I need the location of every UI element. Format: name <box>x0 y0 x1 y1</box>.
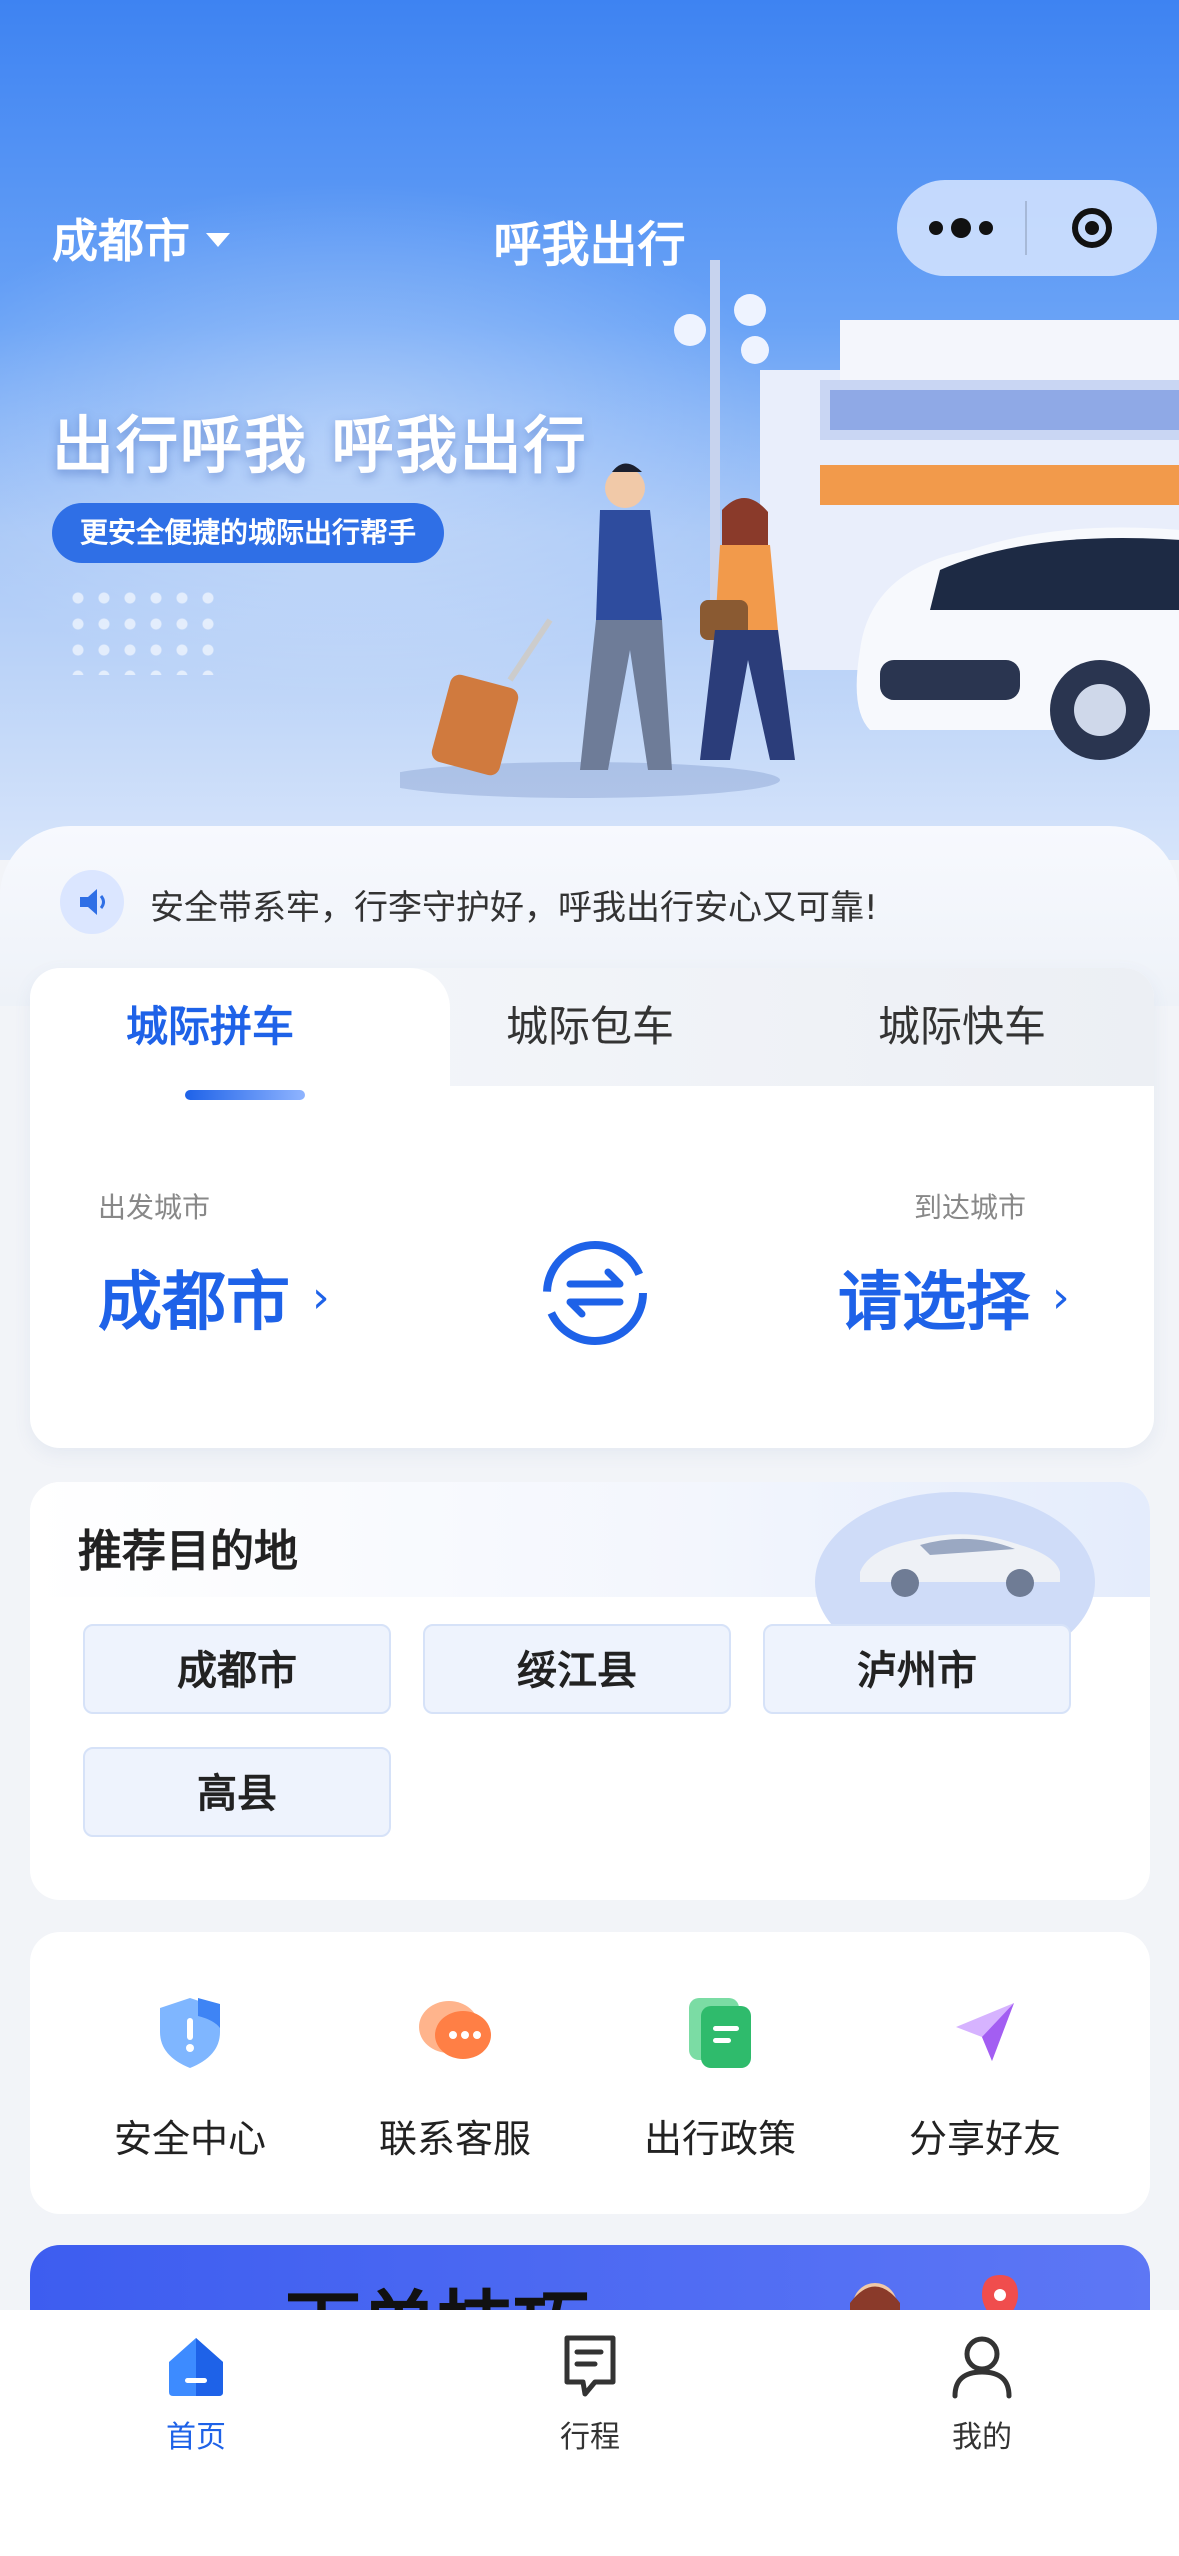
nav-label: 行程 <box>560 2420 620 2455</box>
destination-chip[interactable]: 绥江县 <box>423 1624 731 1714</box>
share-icon <box>945 1992 1025 2072</box>
service-label: 联系客服 <box>378 2117 531 2161</box>
destination-chip[interactable]: 泸州市 <box>763 1624 1071 1714</box>
service-safety-center[interactable]: 安全中心 <box>75 1992 305 2163</box>
to-city-button[interactable]: 请选择 › <box>838 1251 1070 1343</box>
nav-home[interactable]: 首页 <box>96 2330 296 2456</box>
services-card: 安全中心 联系客服 出行政策 分享好友 <box>30 1932 1150 2214</box>
from-city-label: 出发城市 <box>98 1191 211 1224</box>
more-icon-dot <box>951 218 971 238</box>
destination-chip[interactable]: 高县 <box>83 1747 391 1837</box>
more-icon-dot <box>979 221 993 235</box>
service-label: 分享好友 <box>908 2117 1061 2161</box>
to-city-value: 请选择 <box>838 1266 1030 1340</box>
chevron-right-icon: › <box>312 1271 330 1323</box>
shield-icon <box>150 1992 230 2072</box>
hero-tagline: 更安全便捷的城际出行帮手 <box>52 503 445 563</box>
tab-intercity-charter[interactable]: 城际包车 <box>470 968 710 1086</box>
bottom-navigation: 首页 行程 我的 <box>0 2310 1179 2556</box>
close-target-icon <box>1072 208 1112 248</box>
recommend-title: 推荐目的地 <box>78 1526 298 1577</box>
notice-text: 安全带系牢，行李守护好，呼我出行安心又可靠! <box>150 888 878 928</box>
service-customer-support[interactable]: 联系客服 <box>340 1992 570 2163</box>
recommend-card: 推荐目的地 成都市 绥江县 泸州市 高县 <box>30 1482 1150 1900</box>
document-icon <box>680 1992 760 2072</box>
to-city-label: 到达城市 <box>914 1191 1027 1224</box>
nav-label: 首页 <box>166 2420 226 2455</box>
decorative-dot-grid <box>65 585 215 675</box>
service-travel-policy[interactable]: 出行政策 <box>605 1992 835 2163</box>
profile-icon <box>952 2336 1012 2399</box>
travelers-illustration <box>400 463 795 798</box>
close-button[interactable] <box>1027 208 1157 248</box>
active-tab-indicator <box>185 1090 305 1100</box>
tab-intercity-express[interactable]: 城际快车 <box>842 968 1082 1086</box>
home-icon <box>169 2338 223 2396</box>
service-label: 出行政策 <box>643 2117 796 2161</box>
car-icon <box>860 1534 1060 1597</box>
from-city-value: 成都市 <box>98 1266 290 1340</box>
from-city-button[interactable]: 成都市 › <box>98 1251 330 1343</box>
swap-cities-button[interactable] <box>540 1238 650 1348</box>
more-button[interactable] <box>897 180 1025 276</box>
nav-profile[interactable]: 我的 <box>882 2330 1082 2456</box>
hero-slogan: 出行呼我 呼我出行 <box>52 409 588 482</box>
destination-chip[interactable]: 成都市 <box>83 1624 391 1714</box>
service-label: 安全中心 <box>113 2117 266 2161</box>
nav-label: 我的 <box>952 2420 1012 2455</box>
booking-card: 城际拼车 城际包车 城际快车 出发城市 成都市 › 到达城市 请选择 › <box>30 968 1154 1448</box>
chat-icon <box>415 1992 495 2072</box>
mini-program-capsule <box>897 180 1157 276</box>
more-icon <box>929 221 943 235</box>
tab-intercity-carpool[interactable]: 城际拼车 <box>90 968 330 1086</box>
speaker-icon <box>60 870 124 934</box>
nav-trips[interactable]: 行程 <box>490 2330 690 2456</box>
trip-icon <box>564 2335 616 2397</box>
service-share-friends[interactable]: 分享好友 <box>870 1992 1100 2163</box>
chevron-right-icon: › <box>1052 1271 1070 1323</box>
